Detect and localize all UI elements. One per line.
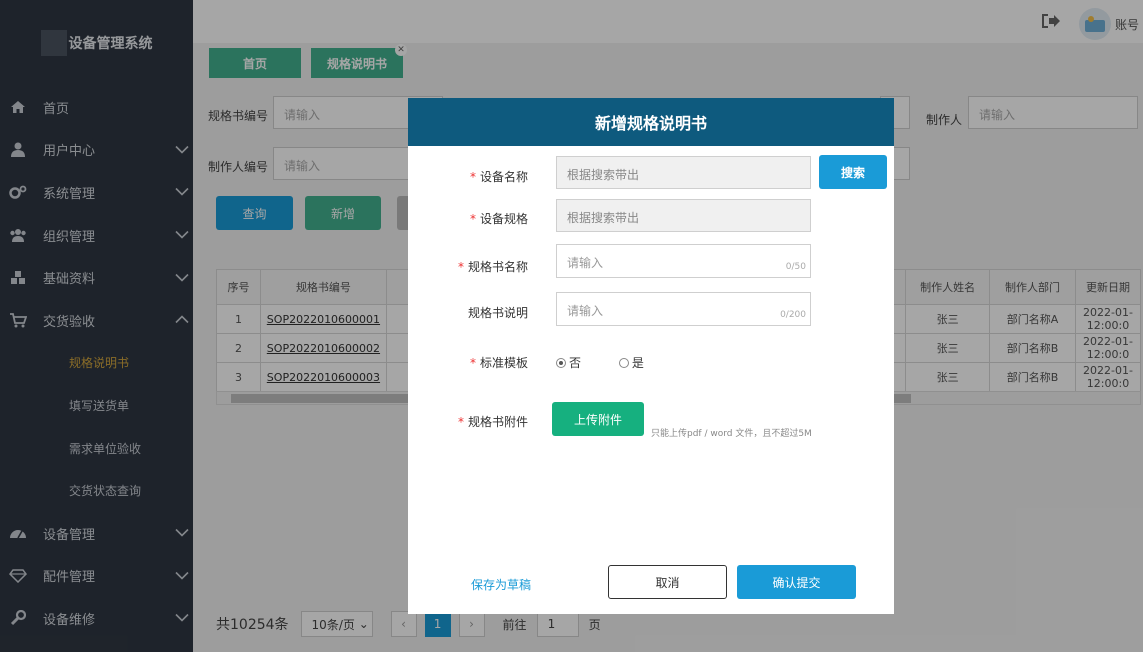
upload-button[interactable]: 上传附件 [552, 402, 644, 436]
device-name-label: * 设备名称 [469, 170, 528, 184]
template-radio-group: 否 是 [556, 354, 662, 371]
device-spec-input[interactable]: 根据搜索带出 [556, 199, 811, 232]
search-button[interactable]: 搜索 [819, 155, 887, 189]
save-draft-link[interactable]: 保存为草稿 [471, 576, 531, 593]
device-spec-label: * 设备规格 [469, 212, 528, 226]
spec-desc-count: 0/200 [780, 310, 806, 320]
attachment-label: * 规格书附件 [457, 415, 528, 429]
template-yes-radio[interactable]: 是 [618, 354, 644, 371]
add-spec-dialog: 新增规格说明书 * 设备名称 根据搜索带出 搜索 * 设备规格 根据搜索带出 * 规格… [408, 98, 894, 614]
spec-desc-placeholder: 请输入 [567, 304, 604, 318]
upload-hint: 只能上传pdf / word 文件，且不超过5M [651, 429, 812, 439]
cancel-button[interactable]: 取消 [608, 565, 727, 599]
spec-name-label: * 规格书名称 [457, 260, 528, 274]
submit-button[interactable]: 确认提交 [737, 565, 856, 599]
spec-desc-label: 规格书说明 [467, 306, 528, 320]
spec-name-count: 0/50 [785, 262, 806, 272]
spec-name-placeholder: 请输入 [567, 256, 604, 270]
radio-unchecked-icon [618, 357, 629, 368]
dialog-title: 新增规格说明书 [408, 98, 894, 146]
template-label: * 标准模板 [469, 356, 528, 370]
radio-checked-icon [556, 357, 566, 368]
template-no-radio[interactable]: 否 [556, 354, 581, 371]
spec-name-input[interactable]: 请输入 0/50 [556, 244, 811, 278]
device-name-input[interactable]: 根据搜索带出 [556, 156, 811, 189]
spec-desc-input[interactable]: 请输入 0/200 [556, 292, 811, 326]
